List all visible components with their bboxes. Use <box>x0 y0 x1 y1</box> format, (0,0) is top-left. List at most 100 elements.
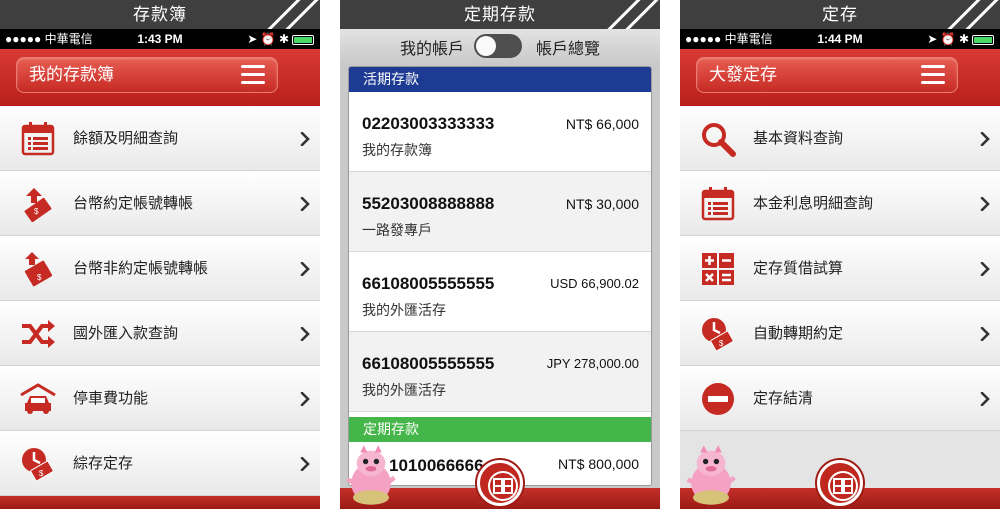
header-label: 大發定存 <box>709 65 777 84</box>
window-title: 存款簿 <box>133 5 187 24</box>
account-amount: JPY 278,000.00 <box>546 356 639 371</box>
menu-item-designated-transfer[interactable]: 台幣約定帳號轉帳 <box>0 171 320 236</box>
window-title-bar: 定期存款 <box>340 0 660 29</box>
battery-icon <box>972 34 994 45</box>
shuffle-arrows-icon <box>20 316 56 352</box>
menu-item-basic-info[interactable]: 基本資料查詢 <box>680 106 1000 171</box>
clock-money-icon <box>20 446 56 482</box>
clock-money-icon <box>700 316 736 352</box>
account-view-toggle-bar: 我的帳戶 帳戶總覽 <box>340 29 660 64</box>
chevron-right-icon <box>300 262 310 276</box>
account-number: 66108005555555 <box>362 274 495 293</box>
status-icons: ➤ ⏰ ✱ <box>247 29 314 49</box>
account-row[interactable]: 55203008888888 NT$ 30,000 一路發專戶 <box>349 172 651 252</box>
mascot-pig-image <box>344 443 398 507</box>
account-overview-label: 帳戶總覽 <box>536 41 601 58</box>
account-row[interactable]: 02203003333333 NT$ 66,000 我的存款簿 <box>349 92 651 172</box>
menu-item-label: 本金利息明細查詢 <box>753 195 874 212</box>
account-number: 02203003333333 <box>362 114 495 133</box>
menu-item-label: 餘額及明細查詢 <box>73 130 179 147</box>
status-icons: ➤ ⏰ ✱ <box>927 29 994 49</box>
mascot-pig-image <box>684 443 738 507</box>
hamburger-menu-icon[interactable] <box>921 65 945 85</box>
view-toggle-switch[interactable] <box>474 34 522 58</box>
bank-logo-icon <box>487 470 519 502</box>
menu-item-time-deposit[interactable]: 綜存定存 <box>0 431 320 496</box>
window-title: 定期存款 <box>464 5 536 24</box>
menu-item-pledge-loan-calc[interactable]: 定存質借試算 <box>680 236 1000 301</box>
chevron-right-icon <box>980 132 990 146</box>
account-amount: NT$ 30,000 <box>565 196 639 212</box>
header-dropdown[interactable]: 我的存款簿 <box>16 57 278 93</box>
menu-item-close-deposit[interactable]: 定存結清 <box>680 366 1000 431</box>
status-bar: ●●●●● 中華電信 1:44 PM ➤ ⏰ ✱ <box>680 29 1000 49</box>
menu-item-auto-renewal[interactable]: 自動轉期約定 <box>680 301 1000 366</box>
screen-time-deposit: 定存 ●●●●● 中華電信 1:44 PM ➤ ⏰ ✱ 大發定存 基本資料查詢 … <box>680 0 1000 509</box>
minus-circle-icon <box>700 381 736 417</box>
chevron-right-icon <box>300 457 310 471</box>
account-number: 55203008888888 <box>362 194 495 213</box>
title-corner-decoration <box>260 0 320 29</box>
calendar-list-icon <box>20 121 56 157</box>
chevron-right-icon <box>980 262 990 276</box>
account-nickname: 一路發專戶 <box>362 222 432 238</box>
money-transfer-icon <box>20 186 56 222</box>
window-title-bar: 存款簿 <box>0 0 320 29</box>
chevron-right-icon <box>980 327 990 341</box>
account-nickname: 我的存款簿 <box>362 142 432 158</box>
menu-item-label: 綜存定存 <box>73 455 134 472</box>
section-header-fixed: 定期存款 <box>349 417 651 442</box>
title-corner-decoration <box>940 0 1000 29</box>
menu-item-nondesignated-transfer[interactable]: 台幣非約定帳號轉帳 <box>0 236 320 301</box>
account-row[interactable]: 66108005555555 JPY 278,000.00 我的外匯活存 <box>349 332 651 412</box>
account-number: 1010066666 <box>389 456 484 475</box>
section-header-demand: 活期存款 <box>349 67 651 92</box>
menu-item-principal-interest[interactable]: 本金利息明細查詢 <box>680 171 1000 236</box>
account-row[interactable]: 66108005555555 USD 66,900.02 我的外匯活存 <box>349 252 651 332</box>
bank-logo-button[interactable] <box>477 460 523 506</box>
menu-item-label: 國外匯入款查詢 <box>73 325 179 342</box>
chevron-right-icon <box>980 392 990 406</box>
footer-bar <box>0 496 320 509</box>
status-bar: ●●●●● 中華電信 1:43 PM ➤ ⏰ ✱ <box>0 29 320 49</box>
menu-item-inward-remittance[interactable]: 國外匯入款查詢 <box>0 301 320 366</box>
hamburger-menu-icon[interactable] <box>241 65 265 85</box>
money-stack-transfer-icon <box>20 251 56 287</box>
bank-logo-icon <box>827 470 859 502</box>
header-dropdown[interactable]: 大發定存 <box>696 57 958 93</box>
menu-item-label: 定存質借試算 <box>753 260 844 277</box>
account-number: 66108005555555 <box>362 354 495 373</box>
search-icon <box>700 121 736 157</box>
red-header: 大發定存 <box>680 49 1000 106</box>
calendar-list-icon <box>700 186 736 222</box>
account-nickname: 我的外匯活存 <box>362 302 446 318</box>
chevron-right-icon <box>980 197 990 211</box>
screen-passbook: 存款簿 ●●●●● 中華電信 1:43 PM ➤ ⏰ ✱ 我的存款簿 餘額及明細… <box>0 0 320 509</box>
menu-item-label: 基本資料查詢 <box>753 130 844 147</box>
account-nickname: 我的外匯活存 <box>362 382 446 398</box>
chevron-right-icon <box>300 392 310 406</box>
menu-item-balance[interactable]: 餘額及明細查詢 <box>0 106 320 171</box>
header-label: 我的存款簿 <box>29 65 114 84</box>
menu-item-label: 定存結清 <box>753 390 814 407</box>
menu-item-label: 停車費功能 <box>73 390 149 407</box>
window-title: 定存 <box>822 5 858 24</box>
menu-item-parking-fee[interactable]: 停車費功能 <box>0 366 320 431</box>
chevron-right-icon <box>300 132 310 146</box>
account-amount: USD 66,900.02 <box>550 276 639 291</box>
chevron-right-icon <box>300 197 310 211</box>
screen-time-deposit-accounts: 定期存款 我的帳戶 帳戶總覽 活期存款 02203003333333 NT$ 6… <box>340 0 660 509</box>
bank-logo-button[interactable] <box>817 460 863 506</box>
red-header: 我的存款簿 <box>0 49 320 106</box>
calculator-icon <box>700 251 736 287</box>
menu-item-label: 台幣約定帳號轉帳 <box>73 195 194 212</box>
car-garage-icon <box>20 381 56 417</box>
account-amount: NT$ 66,000 <box>565 116 639 132</box>
window-title-bar: 定存 <box>680 0 1000 29</box>
battery-icon <box>292 34 314 45</box>
title-corner-decoration <box>600 0 660 29</box>
account-list: 活期存款 02203003333333 NT$ 66,000 我的存款簿 552… <box>348 66 652 486</box>
menu-item-label: 自動轉期約定 <box>753 325 844 342</box>
chevron-right-icon <box>300 327 310 341</box>
menu-item-label: 台幣非約定帳號轉帳 <box>73 260 209 277</box>
